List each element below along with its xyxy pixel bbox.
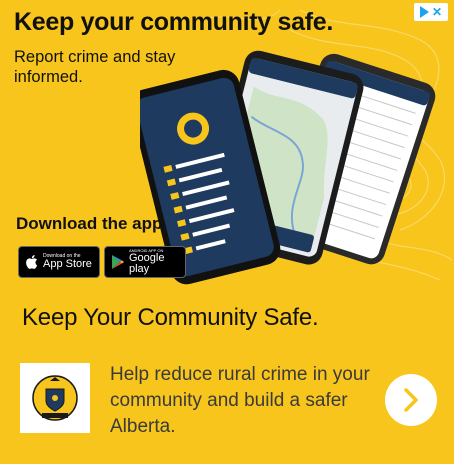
rural-crime-watch-logo[interactable] bbox=[20, 363, 90, 433]
advertisement[interactable]: Keep your community safe. Report crime a… bbox=[0, 0, 454, 464]
next-button[interactable] bbox=[385, 374, 437, 426]
adchoices-icon[interactable] bbox=[419, 6, 429, 18]
banner-headline: Keep your community safe. bbox=[14, 8, 333, 36]
google-play-icon bbox=[111, 254, 125, 270]
download-label: Download the app. bbox=[16, 214, 168, 233]
ad-banner[interactable]: Keep your community safe. Report crime a… bbox=[0, 0, 454, 288]
apple-icon bbox=[25, 254, 39, 270]
app-store-big-text: App Store bbox=[43, 258, 92, 270]
adchoices-badge[interactable]: ✕ bbox=[414, 3, 448, 21]
phone-mockups bbox=[140, 50, 436, 285]
chevron-right-icon[interactable] bbox=[400, 387, 422, 413]
ad-card[interactable]: Keep Your Community Safe. Help reduce ru… bbox=[0, 288, 454, 464]
card-description[interactable]: Help reduce rural crime in your communit… bbox=[110, 362, 370, 440]
app-store-button[interactable]: Download on the App Store bbox=[18, 246, 100, 278]
card-title[interactable]: Keep Your Community Safe. bbox=[22, 304, 319, 332]
close-icon[interactable]: ✕ bbox=[432, 6, 442, 18]
shield-logo-icon bbox=[32, 375, 78, 421]
google-play-big-text: Google play bbox=[129, 252, 165, 275]
google-play-button[interactable]: ANDROID APP ON Google play bbox=[104, 246, 186, 278]
